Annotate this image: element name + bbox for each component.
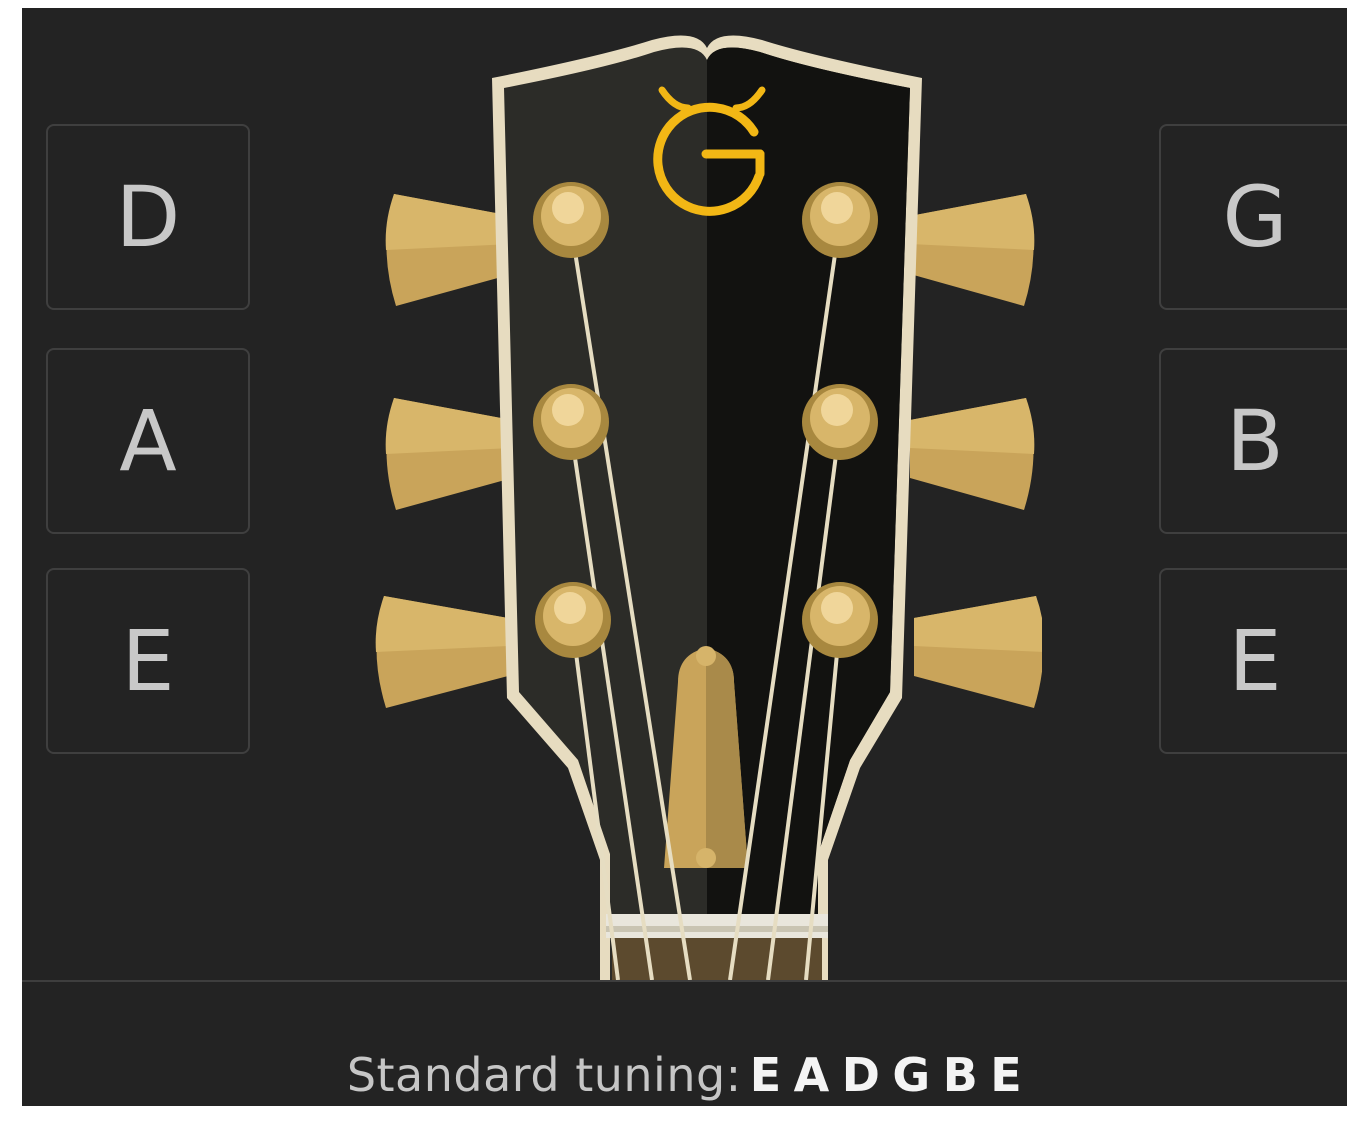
string-button-g[interactable]: G	[1159, 124, 1347, 310]
tuning-info: Standard tuning: E A D G B E	[22, 1048, 1347, 1102]
string-button-a[interactable]: A	[46, 348, 250, 534]
tuner-key-left-bottom[interactable]	[375, 596, 508, 708]
tuning-notes: EADGBE	[750, 1048, 1023, 1102]
divider	[22, 980, 1347, 982]
tuning-note: G	[892, 1048, 931, 1102]
tuning-note: B	[942, 1048, 979, 1102]
tuning-note: D	[841, 1048, 881, 1102]
tuner-peg-left-top	[533, 182, 609, 258]
tuner-peg-left-bottom	[535, 582, 611, 658]
guitar-headstock	[375, 35, 1042, 980]
tuner-peg-right-middle	[802, 384, 878, 460]
tuner-peg-right-bottom	[802, 582, 878, 658]
tuner-key-left-top[interactable]	[385, 194, 512, 306]
tuner-peg-left-middle	[533, 384, 609, 460]
string-button-low-e[interactable]: E	[46, 568, 250, 754]
tuner-peg-right-top	[802, 182, 878, 258]
tuner-key-left-middle[interactable]	[385, 398, 512, 510]
tuning-label: Standard tuning:	[346, 1048, 742, 1102]
tuner-key-right-top[interactable]	[910, 194, 1035, 306]
tuner-key-right-middle[interactable]	[910, 398, 1035, 510]
tuning-note: E	[990, 1048, 1023, 1102]
string-button-b[interactable]: B	[1159, 348, 1347, 534]
tuning-note: A	[793, 1048, 830, 1102]
string-button-d[interactable]: D	[46, 124, 250, 310]
tuner-stage: D A E G B E	[22, 8, 1347, 980]
string-button-high-e[interactable]: E	[1159, 568, 1347, 754]
tuning-note: E	[749, 1048, 782, 1102]
tuner-panel: D A E G B E Standard tuning: E A D G B E	[22, 8, 1347, 1106]
tuner-key-right-bottom[interactable]	[914, 596, 1042, 708]
